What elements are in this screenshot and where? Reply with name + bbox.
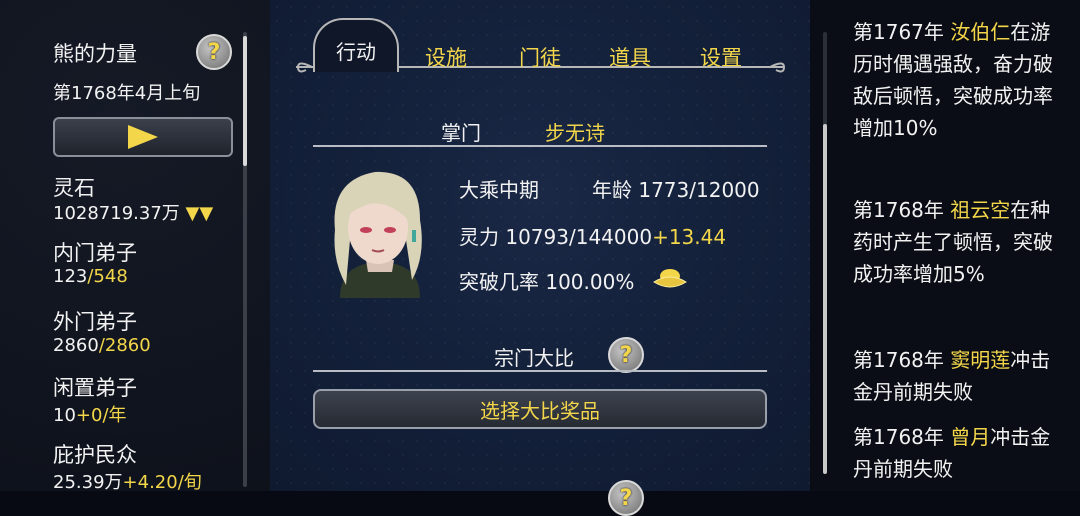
competition-label: 宗门大比 [494,346,574,370]
log-entry: 第1768年 曾月冲击金丹前期失败 [853,425,1051,481]
play-icon [128,125,158,149]
select-prize-button[interactable]: 选择大比奖品 [313,389,767,429]
log-entry: 第1768年 窦明莲冲击金丹前期失败 [853,348,1051,404]
resource-value: 2860/2860 [53,335,151,356]
log-entry: 第1768年 祖云空在种药时产生了顿悟，突破成功率增加5% [853,198,1053,286]
resource-value: 123/548 [53,266,128,287]
help-icon[interactable]: ? [608,480,644,516]
tab-settings[interactable]: 设置 [700,42,742,72]
resource-label: 外门弟子 [53,310,137,334]
tab-facilities[interactable]: 设施 [425,42,467,72]
left-scrollbar[interactable] [243,32,247,487]
leader-title-label: 掌门 [441,121,481,145]
divider [313,370,767,372]
leader-age: 年龄 1773/12000 [592,178,760,202]
log-entry: 第1767年 汝伯仁在游历时偶遇强敌，奋力破敌后顿悟，突破成功率增加10% [853,20,1053,140]
current-date: 第1768年4月上旬 [53,83,201,104]
leader-spirit: 灵力 10793/144000+13.44 [459,225,727,249]
ornament-icon [769,62,786,73]
resource-label: 闲置弟子 [53,376,137,400]
resource-value: 10+0/年 [53,405,127,426]
resource-label: 庇护民众 [53,443,137,467]
event-log-panel: 第1767年 汝伯仁在游历时偶遇强敌，奋力破敌后顿悟，突破成功率增加10% 第1… [840,0,1080,491]
help-icon[interactable]: ? [196,34,232,70]
help-icon[interactable]: ? [608,337,644,373]
tab-action[interactable]: 行动 [313,18,399,72]
resource-label: 内门弟子 [53,241,137,265]
leader-breakthrough: 突破几率 100.00% [459,270,635,294]
resource-label: 灵石 [53,176,95,200]
next-turn-button[interactable] [53,117,233,157]
sect-name: 熊的力量 [53,42,137,66]
tab-disciples[interactable]: 门徒 [519,42,561,72]
pill-icon[interactable] [652,266,688,292]
resource-value: 25.39万+4.20/旬 [53,472,202,493]
collapse-icon[interactable]: ▼▼ [186,203,214,224]
tab-items[interactable]: 道具 [609,42,651,72]
sect-status-panel: 熊的力量 ? 第1768年4月上旬 灵石 1028719.37万 ▼▼ 内门弟子… [0,0,260,493]
leader-realm: 大乘中期 [459,178,539,202]
divider [313,145,767,147]
ornament-icon [296,62,313,73]
leader-portrait[interactable] [320,160,440,298]
leader-name[interactable]: 步无诗 [545,117,605,146]
right-scrollbar[interactable] [823,32,827,474]
resource-value: 1028719.37万 ▼▼ [53,203,214,224]
